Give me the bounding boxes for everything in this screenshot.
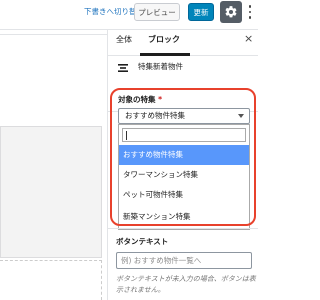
gear-icon: [225, 6, 237, 18]
preview-button[interactable]: プレビュー: [134, 3, 180, 21]
dropdown-search-input[interactable]: [122, 128, 246, 142]
section-divider: [108, 228, 258, 229]
dropdown-option[interactable]: タワーマンション特集: [119, 165, 249, 185]
editor-toolbar: 下書きへ切り替え プレビュー 更新: [0, 0, 258, 30]
dropdown-option[interactable]: 新築マンション特集: [119, 207, 249, 227]
tab-block[interactable]: ブロック: [148, 34, 180, 46]
sidebar-tabs: 全体 ブロック ×: [108, 30, 258, 56]
button-text-label: ボタンテキスト: [116, 237, 169, 246]
button-text-help: ボタンテキストが未入力の場合、ボタンは表示されません。: [116, 275, 256, 294]
text-caret: [126, 131, 127, 140]
block-list-icon: [118, 64, 128, 72]
settings-button[interactable]: [220, 1, 242, 23]
canvas-divider: [0, 34, 108, 35]
canvas-block-outline: [0, 260, 102, 300]
dropdown-option[interactable]: おすすめ物件特集: [119, 145, 249, 165]
update-button[interactable]: 更新: [188, 3, 214, 21]
block-title: 特集新着物件: [138, 62, 183, 71]
chevron-up-icon: [238, 114, 244, 118]
more-options-icon[interactable]: [246, 4, 254, 20]
feature-dropdown: おすすめ物件特集 タワーマンション特集 ペット可物件特集 新築マンション特集: [118, 124, 250, 230]
required-mark: *: [158, 95, 163, 104]
feature-select[interactable]: おすすめ物件特集: [118, 108, 250, 124]
feature-field-label: 対象の特集 *: [118, 95, 163, 104]
settings-sidebar: 全体 ブロック × 特集新着物件 対象の特集 * おすすめ物件特集 おすすめ物件…: [108, 30, 258, 300]
button-text-input[interactable]: 例) おすすめ物件一覧へ: [116, 252, 252, 269]
tab-document[interactable]: 全体: [116, 34, 132, 46]
dropdown-option[interactable]: ペット可物件特集: [119, 185, 249, 205]
editor-canvas: [0, 30, 108, 300]
canvas-block-preview[interactable]: [0, 126, 102, 258]
close-sidebar-button[interactable]: ×: [244, 32, 253, 46]
